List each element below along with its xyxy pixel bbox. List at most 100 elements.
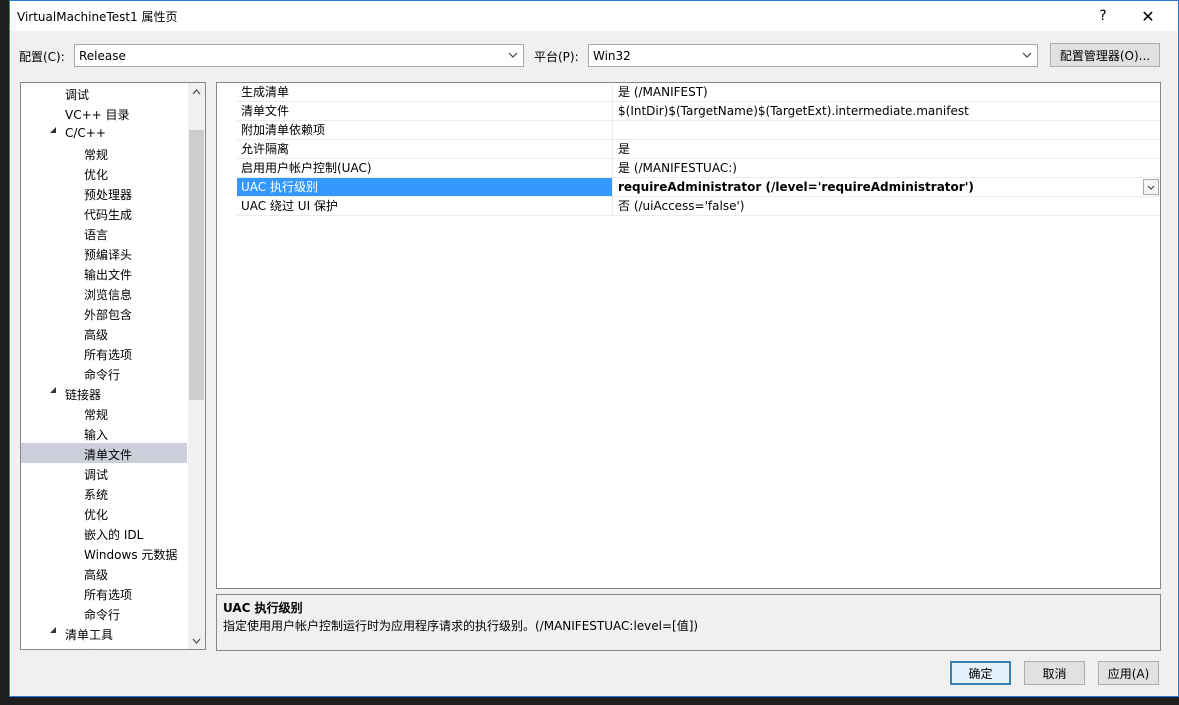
expanded-triangle-icon[interactable] (50, 627, 57, 636)
tree-item[interactable]: 命令行 (21, 603, 187, 623)
tree-item[interactable]: 浏览信息 (21, 283, 187, 303)
tree-item-label: 代码生成 (84, 208, 133, 222)
background-editor-bottom (0, 697, 1179, 705)
property-row[interactable]: 启用用户帐户控制(UAC) 是 (/MANIFESTUAC:) (217, 159, 1160, 178)
tree-item[interactable]: C/C++ (21, 123, 187, 143)
property-row[interactable]: 清单文件 $(IntDir)$(TargetName)$(TargetExt).i… (217, 102, 1160, 121)
tree-item-label: 高级 (84, 328, 109, 342)
tree-item[interactable]: 预编译头 (21, 243, 187, 263)
scroll-up-icon[interactable] (188, 83, 205, 100)
row-gutter (217, 178, 237, 197)
property-name[interactable]: 生成清单 (237, 83, 613, 101)
row-gutter (217, 83, 237, 102)
category-tree[interactable]: 调试 VC++ 目录 C/C++ 常规 优化 预处理器 代码生成 语言 预编译头 输出文件 浏览信息… (20, 82, 206, 650)
property-name[interactable]: UAC 执行级别 (237, 178, 613, 196)
tree-item[interactable]: 调试 (21, 463, 187, 483)
tree-item-label: 输出文件 (84, 268, 133, 282)
property-grid: 生成清单是 (/MANIFEST) 清单文件 $(IntDir)$(TargetNa… (216, 82, 1161, 589)
tree-item[interactable]: 外部包含 (21, 303, 187, 323)
config-combo[interactable]: Release (74, 44, 524, 67)
property-name[interactable]: 附加清单依赖项 (237, 121, 613, 139)
tree-scrollbar[interactable] (188, 83, 205, 649)
expanded-triangle-icon[interactable] (50, 387, 57, 396)
cancel-button[interactable]: 取消 (1024, 661, 1085, 685)
tree-item[interactable]: 语言 (21, 223, 187, 243)
background-editor (0, 0, 9, 705)
property-value[interactable]: 是 (/MANIFESTUAC:) (614, 159, 1144, 177)
property-name[interactable]: UAC 绕过 UI 保护 (237, 197, 613, 215)
tree-item[interactable]: VC++ 目录 (21, 103, 187, 123)
scroll-thumb[interactable] (189, 130, 204, 400)
description-panel: UAC 执行级别 指定使用用户帐户控制运行时为应用程序请求的执行级别。(/MAN… (216, 594, 1161, 651)
apply-button[interactable]: 应用(A) (1098, 661, 1159, 685)
property-name[interactable]: 启用用户帐户控制(UAC) (237, 159, 613, 177)
tree-item[interactable]: 常规 (21, 403, 187, 423)
property-value[interactable]: 是 (614, 140, 1144, 158)
tree-item[interactable]: 所有选项 (21, 343, 187, 363)
property-name[interactable]: 允许隔离 (237, 140, 613, 158)
close-button[interactable]: ✕ (1125, 1, 1171, 31)
property-value[interactable]: $(IntDir)$(TargetName)$(TargetExt).inter… (614, 102, 1144, 120)
chevron-down-icon (1020, 48, 1034, 62)
value-dropdown-button[interactable] (1143, 179, 1159, 195)
tree-item[interactable]: 所有选项 (21, 583, 187, 603)
tree-item[interactable]: 优化 (21, 503, 187, 523)
tree-item-label: 调试 (84, 468, 109, 482)
property-row[interactable]: 生成清单是 (/MANIFEST) (217, 83, 1160, 102)
tree-item-label: C/C++ (65, 126, 106, 140)
tree-item[interactable]: 常规 (21, 143, 187, 163)
tree-item-label: 常规 (84, 148, 109, 162)
tree-item-label: 浏览信息 (84, 288, 133, 302)
ok-button[interactable]: 确定 (950, 661, 1011, 685)
tree-item-label: 系统 (84, 488, 109, 502)
tree-item[interactable]: 清单工具 (21, 623, 187, 643)
help-button[interactable]: ? (1080, 1, 1126, 31)
tree-item[interactable]: 高级 (21, 563, 187, 583)
tree-item[interactable]: 优化 (21, 163, 187, 183)
property-row[interactable]: UAC 绕过 UI 保护否 (/uiAccess='false') (217, 197, 1160, 216)
property-row[interactable]: 附加清单依赖项 (217, 121, 1160, 140)
tree-item-label: Windows 元数据 (84, 548, 178, 562)
config-value: Release (79, 49, 126, 63)
tree-item[interactable]: 链接器 (21, 383, 187, 403)
property-value[interactable]: 是 (/MANIFEST) (614, 83, 1144, 101)
property-value[interactable] (614, 121, 1144, 139)
tree-item[interactable]: 系统 (21, 483, 187, 503)
scroll-down-icon[interactable] (188, 632, 205, 649)
tree-item[interactable]: 高级 (21, 323, 187, 343)
tree-item-label: 命令行 (84, 608, 121, 622)
tree-item[interactable]: 预处理器 (21, 183, 187, 203)
platform-label: 平台(P): (534, 50, 579, 64)
tree-item[interactable]: 输入 (21, 423, 187, 443)
tree-item-label: 清单工具 (65, 628, 114, 642)
description-title: UAC 执行级别 (223, 601, 303, 615)
description-text: 指定使用用户帐户控制运行时为应用程序请求的执行级别。(/MANIFESTUAC:… (223, 619, 699, 633)
expanded-triangle-icon[interactable] (50, 127, 57, 136)
tree-item[interactable]: 嵌入的 IDL (21, 523, 187, 543)
tree-item-label: 预编译头 (84, 248, 133, 262)
tree-item-label: 所有选项 (84, 348, 133, 362)
property-row[interactable]: 允许隔离是 (217, 140, 1160, 159)
tree-item[interactable]: 常规 (21, 643, 187, 649)
tree-item[interactable]: 代码生成 (21, 203, 187, 223)
tree-item[interactable]: 命令行 (21, 363, 187, 383)
tree-item-label: 调试 (65, 88, 90, 102)
tree-item-label: 清单文件 (84, 448, 133, 462)
property-value[interactable]: requireAdministrator (/level='requireAdm… (614, 178, 1144, 196)
platform-combo[interactable]: Win32 (588, 44, 1038, 67)
tree-item-label: 外部包含 (84, 308, 133, 322)
tree-item[interactable]: 输出文件 (21, 263, 187, 283)
tree-item[interactable]: 调试 (21, 83, 187, 103)
config-manager-button[interactable]: 配置管理器(O)... (1050, 43, 1160, 67)
tree-item[interactable]: Windows 元数据 (21, 543, 187, 563)
tree-item-label: 语言 (84, 228, 109, 242)
tree-item-label: 优化 (84, 168, 109, 182)
row-gutter (217, 197, 237, 216)
tree-item[interactable]: 清单文件 (21, 443, 187, 463)
tree-item-label: 常规 (84, 408, 109, 422)
property-row[interactable]: UAC 执行级别 requireAdministrator (/level='re… (217, 178, 1160, 197)
property-value[interactable]: 否 (/uiAccess='false') (614, 197, 1144, 215)
tree-item-label: 常规 (84, 646, 108, 649)
property-name[interactable]: 清单文件 (237, 102, 613, 120)
window-title: VirtualMachineTest1 属性页 (17, 10, 178, 24)
